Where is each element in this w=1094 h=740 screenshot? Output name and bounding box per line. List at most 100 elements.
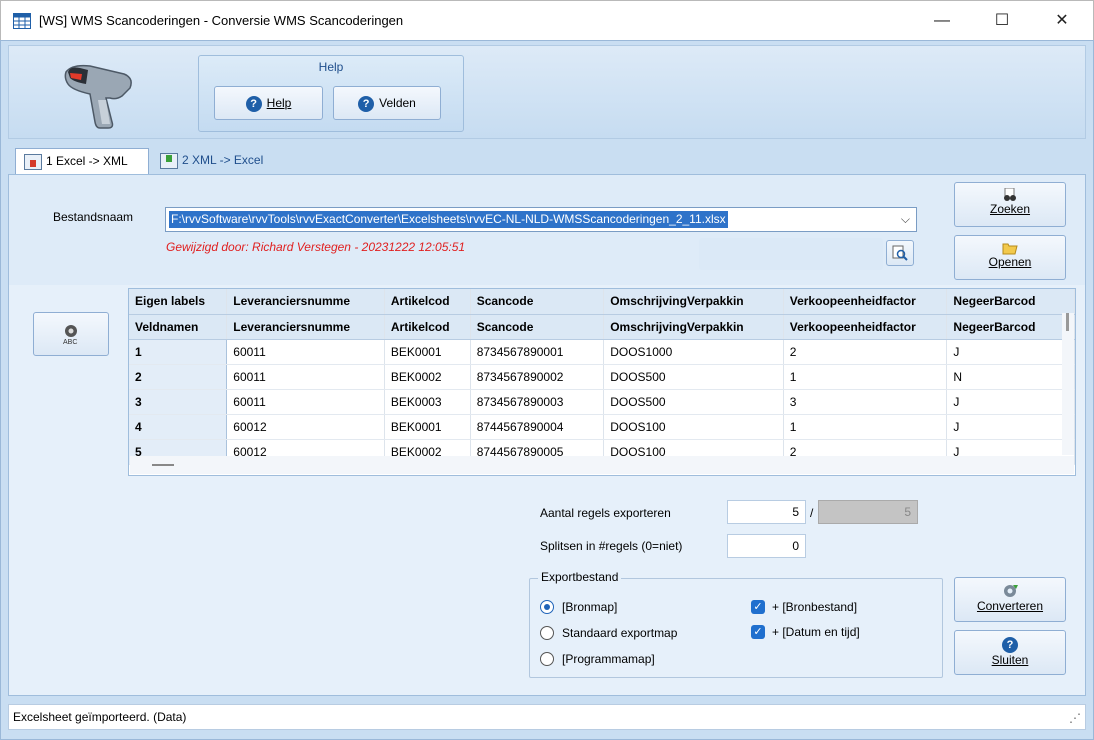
tab-label: 1 Excel -> XML [46,154,128,168]
tab-xml-to-excel[interactable]: 2 XML -> Excel [152,148,287,174]
grid-cell: Scancode [470,289,605,315]
grid-cell[interactable]: DOOS500 [603,389,784,415]
scroll-thumb[interactable] [152,464,174,466]
grid-cell[interactable]: DOOS500 [603,364,784,390]
grid-cell[interactable]: 2 [783,339,948,365]
tab-label: 2 XML -> Excel [182,153,264,167]
vertical-scrollbar[interactable] [1062,313,1074,455]
grid-cell: Leveranciersnumme [226,314,385,340]
toggle-labels-button[interactable]: ABC [33,312,109,356]
title-bar: [WS] WMS Scancoderingen - Conversie WMS … [0,0,1094,40]
grid-cell[interactable]: 60011 [226,364,385,390]
row-header-cell: Veldnamen [129,314,228,340]
scroll-thumb[interactable] [1066,313,1069,331]
grid-cell[interactable]: 8734567890001 [470,339,605,365]
open-button-label: Openen [988,255,1032,269]
excel-import-icon [24,154,42,170]
gear-convert-icon [1004,585,1018,597]
status-text: Excelsheet geïmporteerd. (Data) [13,710,187,724]
row-header-cell[interactable]: 1 [129,339,228,365]
checkbox-source-file[interactable]: ✓ [751,600,765,614]
grid-cell[interactable]: J [946,414,1075,440]
data-table: Eigen labels Leveranciersnumme Artikelcod S… [129,289,1075,465]
grid-cell[interactable]: 8734567890003 [470,389,605,415]
table-row[interactable]: 3 60011 BEK0003 8734567890003 DOOS500 3 J [129,389,1075,415]
minimize-button[interactable]: — [919,1,965,41]
rows-total-display: 5 [818,500,918,524]
close-button[interactable]: ? Sluiten [954,630,1066,675]
maximize-button[interactable]: ☐ [979,1,1025,41]
modified-info: Gewijzigd door: Richard Verstegen - 2023… [166,240,466,254]
split-rows-label: Splitsen in #regels (0=niet) [540,539,683,553]
radio-program-folder-label[interactable]: [Programmamap] [562,652,655,666]
checkbox-date-time-label[interactable]: + [Datum en tijd] [772,625,860,639]
grid-cell[interactable]: BEK0003 [384,389,471,415]
table-row[interactable]: 2 60011 BEK0002 8734567890002 DOOS500 1 N [129,364,1075,390]
magnifier-icon [892,245,908,261]
chevron-down-icon[interactable]: ⌵ [901,212,910,227]
grid-cell: Verkoopeenheidfactor [783,289,948,315]
radio-source-folder[interactable] [540,600,554,614]
data-grid[interactable]: Eigen labels Leveranciersnumme Artikelcod S… [128,288,1076,476]
rows-export-label: Aantal regels exporteren [540,506,671,520]
convert-button[interactable]: Converteren [954,577,1066,622]
grid-cell[interactable]: J [946,389,1075,415]
search-button[interactable]: Zoeken [954,182,1066,227]
checkbox-date-time[interactable]: ✓ [751,625,765,639]
hint-area [699,238,883,270]
window-grid-icon [13,13,31,29]
grid-cell[interactable]: N [946,364,1075,390]
grid-cell[interactable]: 60011 [226,339,385,365]
help-button[interactable]: ? Help [214,86,323,120]
rows-separator: / [810,506,814,520]
grid-cell: OmschrijvingVerpakkin [603,289,784,315]
search-button-label: Zoeken [989,202,1031,216]
grid-cell[interactable]: BEK0002 [384,364,471,390]
table-row[interactable]: 1 60011 BEK0001 8734567890001 DOOS1000 2 J [129,339,1075,365]
question-icon: ? [245,95,262,112]
table-row[interactable]: 4 60012 BEK0001 8744567890004 DOOS100 1 J [129,414,1075,440]
help-button-label: Help [266,96,292,110]
grid-cell[interactable]: 60011 [226,389,385,415]
grid-cell[interactable]: 8744567890004 [470,414,605,440]
grid-cell[interactable]: BEK0001 [384,414,471,440]
row-header-cell[interactable]: 3 [129,389,228,415]
grid-cell: NegeerBarcod [946,289,1075,315]
grid-header-row: Veldnamen Leveranciersnumme Artikelcod Scan… [129,314,1075,340]
tab-excel-to-xml[interactable]: 1 Excel -> XML [15,148,149,174]
fields-button[interactable]: ? Velden [333,86,441,120]
split-rows-input[interactable]: 0 [727,534,806,558]
grid-cell[interactable]: DOOS1000 [603,339,784,365]
close-window-button[interactable]: ✕ [1039,1,1085,41]
grid-cell[interactable]: BEK0001 [384,339,471,365]
preview-button[interactable] [886,240,914,266]
svg-text:ABC: ABC [63,339,77,345]
radio-default-export-folder-label[interactable]: Standaard exportmap [562,626,677,640]
row-header-cell: Eigen labels [129,289,228,315]
radio-source-folder-label[interactable]: [Bronmap] [562,600,617,614]
grid-cell: Leveranciersnumme [226,289,385,315]
filename-label: Bestandsnaam [53,210,134,224]
checkbox-source-file-label[interactable]: + [Bronbestand] [772,600,857,614]
grid-cell[interactable]: 1 [783,414,948,440]
row-header-cell[interactable]: 2 [129,364,228,390]
resize-grip-icon[interactable]: ⋰ [1069,711,1081,725]
radio-program-folder[interactable] [540,652,554,666]
grid-cell[interactable]: 3 [783,389,948,415]
grid-cell[interactable]: DOOS100 [603,414,784,440]
grid-cell[interactable]: 1 [783,364,948,390]
row-header-cell[interactable]: 4 [129,414,228,440]
filename-combobox[interactable]: F:\rvvSoftware\rvvTools\rvvExactConverte… [165,207,917,232]
open-button[interactable]: Openen [954,235,1066,280]
ribbon [8,45,1086,139]
close-button-label: Sluiten [991,653,1029,667]
question-icon: ? [1002,637,1018,653]
grid-cell[interactable]: 8734567890002 [470,364,605,390]
grid-cell: Artikelcod [384,289,471,315]
grid-cell[interactable]: J [946,339,1075,365]
rows-export-input[interactable]: 5 [727,500,806,524]
radio-default-export-folder[interactable] [540,626,554,640]
status-bar: Excelsheet geïmporteerd. (Data) ⋰ [8,704,1086,730]
grid-cell[interactable]: 60012 [226,414,385,440]
horizontal-scrollbar[interactable] [130,456,1074,474]
